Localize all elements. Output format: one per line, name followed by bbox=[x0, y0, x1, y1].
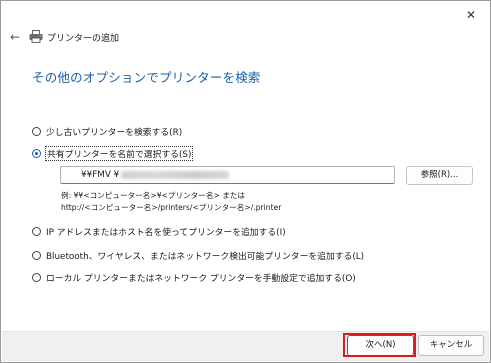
example-line-2: http://<コンピューター名>/printers/<プリンター名>/.pri… bbox=[61, 202, 282, 212]
radio-button[interactable] bbox=[32, 127, 41, 136]
option-label: 少し古いプリンターを検索する(R) bbox=[46, 128, 183, 138]
option-label: ローカル プリンターまたはネットワーク プリンターを手動設定で追加する(O) bbox=[46, 274, 356, 284]
redacted-printer-name bbox=[121, 171, 229, 179]
cancel-button[interactable]: キャンセル bbox=[418, 335, 484, 356]
radio-button[interactable] bbox=[32, 227, 41, 236]
option-label: Bluetooth、ワイヤレス、またはネットワーク検出可能プリンターを追加する(… bbox=[46, 252, 365, 262]
add-printer-dialog: ✕ ← プリンターの追加 その他のオプションでプリンターを検索 少し古いプリンタ… bbox=[0, 0, 491, 363]
radio-button[interactable] bbox=[32, 251, 41, 260]
option-ip-address[interactable]: IP アドレスまたはホスト名を使ってプリンターを追加する(I) bbox=[32, 225, 286, 238]
next-button-highlight bbox=[343, 333, 416, 357]
window-title: プリンターの追加 bbox=[47, 34, 120, 44]
option-label: 共有プリンターを名前で選択する(S) bbox=[44, 146, 194, 161]
page-heading: その他のオプションでプリンターを検索 bbox=[32, 70, 261, 85]
example-line-1: 例: ¥¥<コンピューター名>¥<プリンター名> または bbox=[61, 191, 246, 200]
option-bluetooth-wireless[interactable]: Bluetooth、ワイヤレス、またはネットワーク検出可能プリンターを追加する(… bbox=[32, 249, 364, 262]
close-button[interactable]: ✕ bbox=[458, 5, 484, 25]
radio-button[interactable] bbox=[32, 273, 41, 282]
radio-button-selected[interactable] bbox=[32, 149, 41, 158]
back-button[interactable]: ← bbox=[7, 29, 23, 45]
printer-icon bbox=[29, 30, 43, 43]
back-arrow-icon: ← bbox=[9, 30, 21, 44]
browse-button[interactable]: 参照(R)... bbox=[406, 166, 473, 185]
option-local-manual[interactable]: ローカル プリンターまたはネットワーク プリンターを手動設定で追加する(O) bbox=[32, 271, 356, 284]
option-select-shared-printer[interactable]: 共有プリンターを名前で選択する(S) bbox=[32, 146, 194, 161]
close-icon: ✕ bbox=[465, 8, 477, 22]
example-text: 例: ¥¥<コンピューター名>¥<プリンター名> または http://<コンピ… bbox=[61, 190, 281, 213]
option-label: IP アドレスまたはホスト名を使ってプリンターを追加する(I) bbox=[46, 228, 286, 238]
option-find-older-printer[interactable]: 少し古いプリンターを検索する(R) bbox=[32, 125, 182, 138]
